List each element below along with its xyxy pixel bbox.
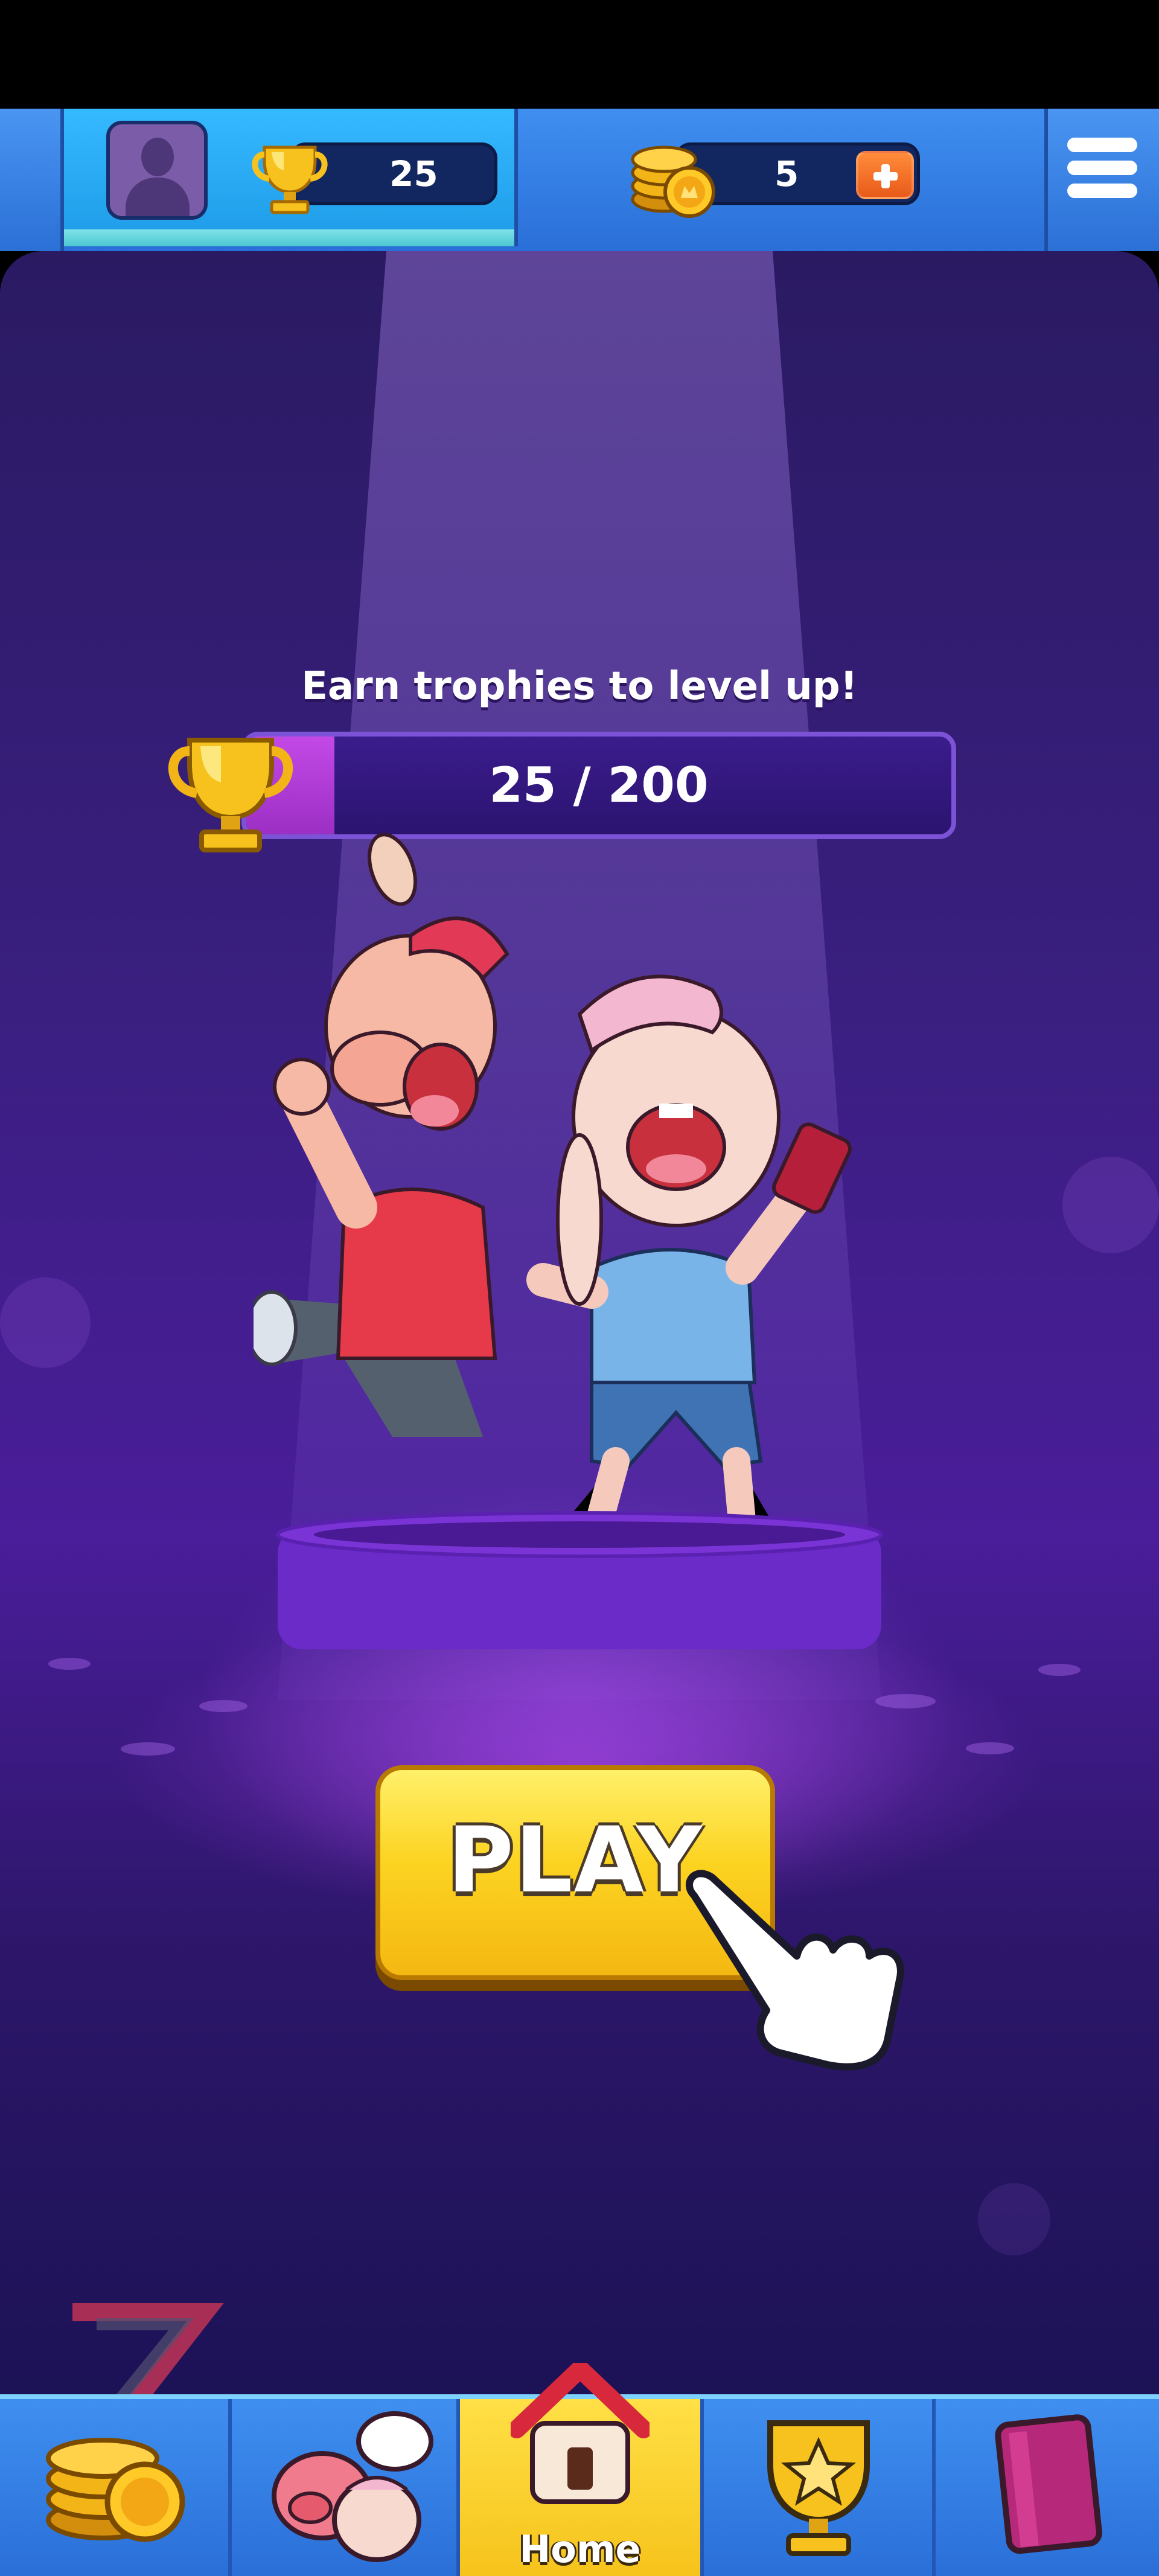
top-hud: 25 5 [0, 109, 1159, 251]
sparkle [121, 1742, 175, 1756]
star-trophy-icon [767, 2420, 870, 2556]
sparkle [48, 1658, 91, 1670]
sparkle [1038, 1664, 1081, 1676]
trophy-progress-bar: 25 / 200 [241, 732, 956, 839]
bokeh [978, 2183, 1050, 2255]
nav-friends[interactable] [232, 2399, 460, 2576]
coins-icon [46, 2438, 185, 2542]
player-avatar[interactable] [106, 121, 208, 220]
nav-home[interactable]: Home [460, 2363, 700, 2576]
bunny-character [526, 974, 852, 1545]
book-icon [995, 2414, 1102, 2554]
nav-collection[interactable] [936, 2399, 1159, 2576]
bottom-navigation: Home [0, 2363, 1159, 2576]
house-icon [511, 2363, 650, 2504]
status-bar-area [0, 0, 1159, 109]
level-up-hint: Earn trophies to level up! [301, 664, 858, 709]
trophy-icon [252, 145, 328, 214]
progress-text: 25 / 200 [489, 757, 709, 813]
characters-chat-icon [272, 2411, 433, 2562]
cheering-characters [254, 833, 852, 1545]
sparkle [199, 1700, 247, 1712]
sparkle [875, 1694, 936, 1708]
nav-home-label: Home [519, 2527, 641, 2571]
pointing-hand-icon [685, 1870, 904, 2071]
bokeh [1062, 1157, 1159, 1253]
nav-achievements[interactable] [704, 2399, 932, 2576]
avatar-silhouette-body [126, 177, 190, 216]
bokeh [0, 1277, 91, 1368]
podium [276, 1511, 883, 1649]
hamburger-menu-icon[interactable] [1064, 129, 1141, 208]
add-coins-button[interactable] [856, 151, 914, 199]
hud-left-cap [0, 109, 64, 251]
avatar-silhouette-head [141, 138, 174, 176]
coins-icon [631, 145, 715, 218]
nav-shop[interactable] [0, 2399, 228, 2576]
sparkle [966, 1742, 1014, 1754]
player-panel-strip [64, 229, 514, 246]
trophy-count: 25 [389, 153, 438, 194]
pig-character [254, 833, 509, 1437]
coin-count: 5 [774, 153, 799, 194]
